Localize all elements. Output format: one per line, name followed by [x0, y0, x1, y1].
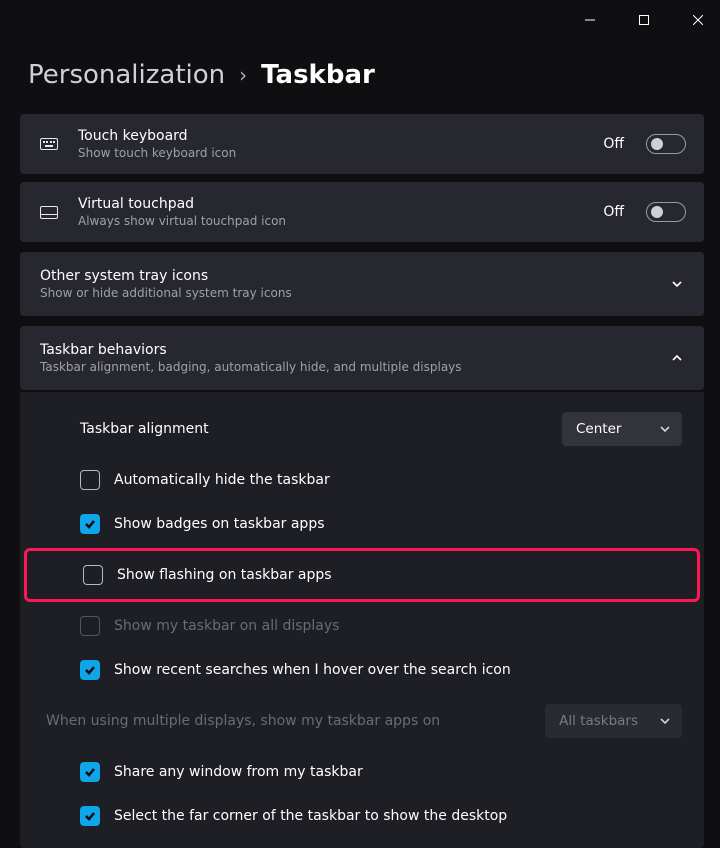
row-label: Automatically hide the taskbar — [114, 472, 682, 488]
minimize-icon — [585, 15, 595, 25]
row-label: Show badges on taskbar apps — [114, 516, 682, 532]
row-multi-display-apps: When using multiple displays, show my ta… — [20, 692, 704, 750]
select-value: Center — [576, 421, 621, 437]
select-value: All taskbars — [559, 713, 638, 729]
setting-title: Touch keyboard — [78, 128, 585, 144]
checkbox-autohide[interactable] — [80, 470, 100, 490]
checkbox-badges[interactable] — [80, 514, 100, 534]
keyboard-icon — [38, 138, 60, 150]
row-label: Taskbar alignment — [80, 421, 548, 437]
chevron-down-icon — [670, 277, 684, 291]
row-label: Share any window from my taskbar — [114, 764, 682, 780]
toggle-virtual-touchpad[interactable] — [646, 202, 686, 222]
row-taskbar-alignment: Taskbar alignment Center — [20, 400, 704, 458]
maximize-button[interactable] — [626, 5, 662, 35]
maximize-icon — [639, 15, 649, 25]
row-recent-searches[interactable]: Show recent searches when I hover over t… — [20, 648, 704, 692]
row-label: Show my taskbar on all displays — [114, 618, 682, 634]
breadcrumb: Personalization › Taskbar — [0, 40, 720, 114]
chevron-down-icon — [660, 424, 670, 434]
chevron-down-icon — [660, 716, 670, 726]
close-icon — [693, 15, 703, 25]
toggle-touch-keyboard[interactable] — [646, 134, 686, 154]
row-badges[interactable]: Show badges on taskbar apps — [20, 502, 704, 546]
setting-touch-keyboard[interactable]: Touch keyboard Show touch keyboard icon … — [20, 114, 704, 174]
setting-title: Virtual touchpad — [78, 196, 585, 212]
minimize-button[interactable] — [572, 5, 608, 35]
section-title: Taskbar behaviors — [40, 342, 670, 358]
section-other-tray-icons[interactable]: Other system tray icons Show or hide add… — [20, 252, 704, 316]
row-far-corner[interactable]: Select the far corner of the taskbar to … — [20, 794, 704, 838]
select-multi-display-apps: All taskbars — [545, 704, 682, 738]
select-taskbar-alignment[interactable]: Center — [562, 412, 682, 446]
checkbox-far-corner[interactable] — [80, 806, 100, 826]
chevron-up-icon — [670, 351, 684, 365]
row-autohide[interactable]: Automatically hide the taskbar — [20, 458, 704, 502]
row-share-window[interactable]: Share any window from my taskbar — [20, 750, 704, 794]
setting-subtitle: Always show virtual touchpad icon — [78, 214, 585, 228]
chevron-right-icon: › — [239, 63, 247, 87]
close-button[interactable] — [680, 5, 716, 35]
section-taskbar-behaviors[interactable]: Taskbar behaviors Taskbar alignment, bad… — [20, 326, 704, 390]
row-label: When using multiple displays, show my ta… — [46, 713, 531, 729]
checkbox-recent-searches[interactable] — [80, 660, 100, 680]
breadcrumb-current: Taskbar — [261, 60, 375, 90]
setting-virtual-touchpad[interactable]: Virtual touchpad Always show virtual tou… — [20, 182, 704, 242]
panel-taskbar-behaviors: Taskbar alignment Center Automatically h… — [20, 392, 704, 848]
breadcrumb-parent[interactable]: Personalization — [28, 60, 225, 90]
row-label: Show flashing on taskbar apps — [117, 567, 679, 583]
row-label: Show recent searches when I hover over t… — [114, 662, 682, 678]
section-title: Other system tray icons — [40, 268, 670, 284]
checkbox-all-displays — [80, 616, 100, 636]
setting-subtitle: Show touch keyboard icon — [78, 146, 585, 160]
row-flashing-highlighted[interactable]: Show flashing on taskbar apps — [24, 548, 700, 602]
row-all-displays: Show my taskbar on all displays — [20, 604, 704, 648]
row-label: Select the far corner of the taskbar to … — [114, 808, 682, 824]
checkbox-share-window[interactable] — [80, 762, 100, 782]
toggle-state-label: Off — [603, 204, 624, 220]
section-subtitle: Show or hide additional system tray icon… — [40, 286, 670, 300]
section-subtitle: Taskbar alignment, badging, automaticall… — [40, 360, 670, 374]
checkbox-flashing[interactable] — [83, 565, 103, 585]
touchpad-icon — [38, 206, 60, 219]
toggle-state-label: Off — [603, 136, 624, 152]
